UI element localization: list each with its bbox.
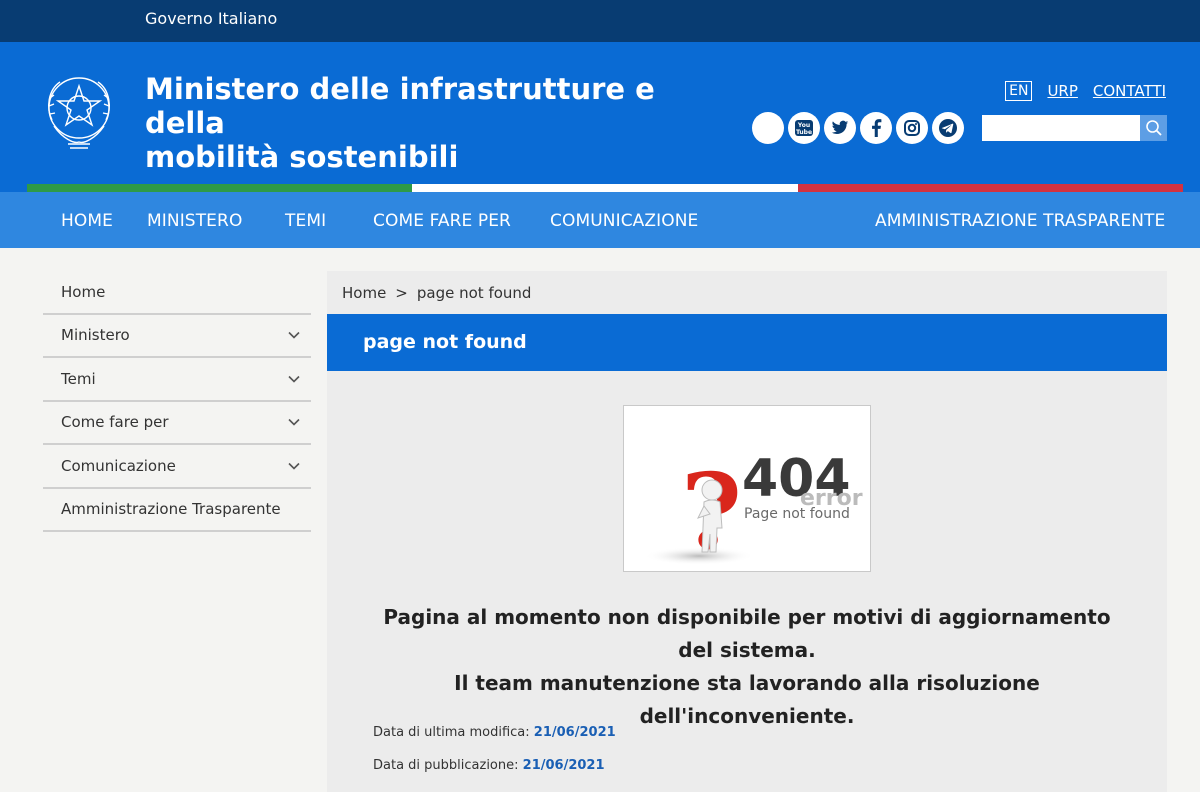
language-en-link[interactable]: EN [1005, 81, 1033, 101]
error-404-image: ? 404 error Page not found [623, 405, 871, 572]
sidebar-item-label: Home [61, 282, 106, 301]
facebook-icon[interactable] [860, 112, 892, 144]
sidebar-item-come-fare-per[interactable]: Come fare per [43, 402, 311, 445]
sidebar-item-label: Amministrazione Trasparente [61, 500, 281, 519]
svg-text:Tube: Tube [796, 129, 812, 136]
header-links: EN URP CONTATTI [1005, 81, 1166, 101]
main-navigation: HOME MINISTERO TEMI COME FARE PER COMUNI… [0, 192, 1200, 248]
maintenance-message: Pagina al momento non disponibile per mo… [327, 601, 1167, 733]
breadcrumb: Home > page not found [342, 284, 531, 302]
nav-come-fare-per[interactable]: COME FARE PER [373, 211, 511, 231]
ministry-title-line2: mobilità sostenibili [145, 140, 459, 174]
last-modified: Data di ultima modifica: 21/06/2021 [373, 725, 616, 740]
chevron-down-icon[interactable] [287, 373, 301, 385]
published-label: Data di pubblicazione: [373, 758, 519, 773]
chevron-down-icon[interactable] [287, 416, 301, 428]
main-content: Home > page not found page not found ? 404… [327, 271, 1167, 792]
governo-italiano-link[interactable]: Governo Italiano [145, 9, 277, 28]
last-modified-label: Data di ultima modifica: [373, 725, 530, 740]
top-bar: Governo Italiano [0, 0, 1200, 42]
tricolor-red [797, 184, 1183, 192]
nav-amministrazione-trasparente[interactable]: AMMINISTRAZIONE TRASPARENTE [875, 211, 1165, 231]
sidebar-item-amministrazione-trasparente[interactable]: Amministrazione Trasparente [43, 489, 311, 532]
nav-home[interactable]: HOME [61, 211, 113, 231]
breadcrumb-separator: > [395, 284, 408, 302]
published-date: Data di pubblicazione: 21/06/2021 [373, 758, 605, 773]
error-caption-text: Page not found [744, 506, 850, 522]
sidebar-item-label: Temi [61, 369, 96, 388]
breadcrumb-home-link[interactable]: Home [342, 284, 386, 302]
sidebar-item-comunicazione[interactable]: Comunicazione [43, 445, 311, 489]
youtube-icon[interactable]: You Tube [788, 112, 820, 144]
nav-comunicazione[interactable]: COMUNICAZIONE [550, 211, 698, 231]
sidebar-item-home[interactable]: Home [43, 271, 311, 315]
emblem-icon[interactable] [40, 68, 118, 152]
sidebar-menu: Home Ministero Temi Come fare per Comuni… [43, 271, 311, 532]
breadcrumb-current: page not found [416, 284, 532, 302]
tricolor-white [412, 184, 798, 192]
chevron-down-icon[interactable] [287, 460, 301, 472]
chevron-down-icon[interactable] [287, 329, 301, 341]
page-title: page not found [363, 331, 527, 353]
ministry-title[interactable]: Ministero delle infrastrutture e della m… [145, 72, 705, 174]
nav-temi[interactable]: TEMI [285, 211, 326, 231]
sidebar-item-label: Comunicazione [61, 456, 176, 475]
social-links: You Tube [752, 112, 964, 144]
italian-tricolor-stripe [27, 184, 1183, 192]
site-header: Ministero delle infrastrutture e della m… [0, 42, 1200, 192]
nav-ministero[interactable]: MINISTERO [147, 211, 242, 231]
sidebar-item-temi[interactable]: Temi [43, 358, 311, 402]
tricolor-green [27, 184, 413, 192]
maintenance-message-line1: Pagina al momento non disponibile per mo… [383, 605, 1111, 662]
search-button[interactable] [1140, 115, 1167, 141]
instagram-icon[interactable] [896, 112, 928, 144]
contatti-link[interactable]: CONTATTI [1093, 82, 1166, 100]
maintenance-message-line2: Il team manutenzione sta lavorando alla … [454, 671, 1040, 728]
generic-social-icon[interactable] [752, 112, 784, 144]
telegram-icon[interactable] [932, 112, 964, 144]
sidebar-item-label: Come fare per [61, 413, 169, 432]
search-box [982, 115, 1167, 141]
search-input[interactable] [982, 115, 1140, 141]
svg-text:You: You [797, 122, 810, 129]
sidebar-item-ministero[interactable]: Ministero [43, 315, 311, 358]
last-modified-value: 21/06/2021 [533, 725, 616, 740]
urp-link[interactable]: URP [1047, 82, 1077, 100]
twitter-icon[interactable] [824, 112, 856, 144]
search-icon [1145, 120, 1162, 136]
sidebar-item-label: Ministero [61, 326, 130, 345]
published-value: 21/06/2021 [522, 758, 605, 773]
page-title-banner: page not found [327, 314, 1167, 371]
ministry-title-line1: Ministero delle infrastrutture e della [145, 72, 655, 140]
